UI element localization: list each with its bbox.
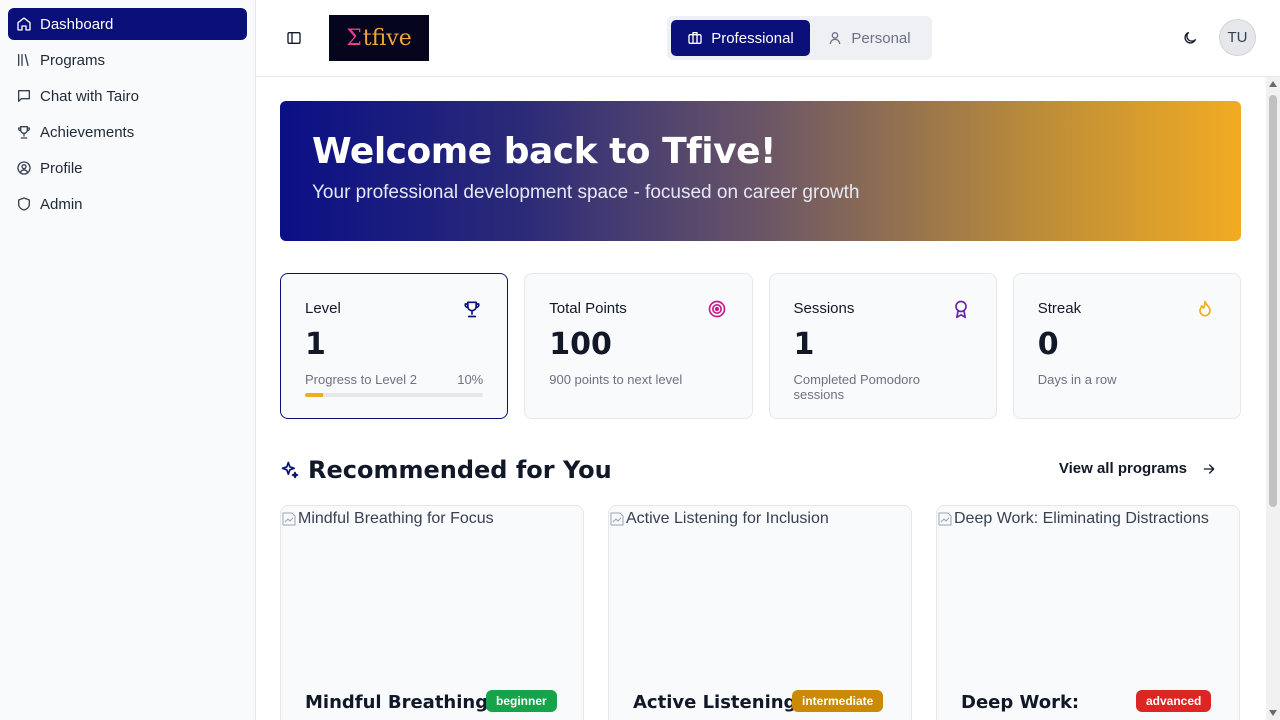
progress-percent: 10% [457,372,484,387]
logo-mark: Σ [346,25,362,51]
chat-icon [16,88,32,104]
welcome-subtitle: Your professional development space - fo… [312,182,860,203]
stat-card-total-points: Total Points 100 900 points to next leve… [524,273,753,419]
top-header: Σ tfive Professional Personal TU [256,0,1280,77]
program-card-deep-work[interactable]: Deep Work: Eliminating Distractions Deep… [936,505,1240,720]
sidebar-item-programs[interactable]: Programs [8,44,247,76]
program-card-active-listening[interactable]: Active Listening for Inclusion Active Li… [608,505,912,720]
award-icon [950,298,972,320]
program-image: Active Listening for Inclusion [609,510,829,528]
flame-icon [1194,298,1216,320]
program-title: Deep Work: [961,692,1080,713]
broken-image-icon [609,511,625,527]
stat-subtext: Completed Pomodoro sessions [793,372,920,402]
program-image-alt: Active Listening for Inclusion [626,510,829,527]
user-icon [827,30,843,46]
stat-value: 0 [1037,327,1059,362]
target-icon [706,298,728,320]
sidebar-item-dashboard[interactable]: Dashboard [8,8,247,40]
professional-mode-button[interactable]: Professional [671,20,810,56]
stat-label: Level [305,300,341,317]
stat-label: Total Points [549,300,627,317]
level-badge: beginner [486,690,557,712]
stat-subtext: 900 points to next level [549,372,683,387]
welcome-title: Welcome back to Tfive! [312,131,776,172]
scroll-down-arrow[interactable] [1269,710,1277,716]
moon-icon [1184,31,1196,44]
logo[interactable]: Σ tfive [329,15,429,61]
program-title: Mindful Breathing [305,692,489,713]
level-badge: advanced [1136,690,1212,712]
sidebar-item-label: Profile [40,159,83,177]
level-progress-bar [305,393,484,397]
recommended-header: Recommended for You View all programs [280,453,1241,487]
stat-card-sessions: Sessions 1 Completed Pomodoro sessions [768,273,997,419]
sidebar-item-achievements[interactable]: Achievements [8,116,247,148]
stat-value: 1 [793,327,815,362]
sidebar-item-label: Chat with Tairo [40,87,139,105]
recommended-title: Recommended for You [308,456,612,484]
stat-subtext: Days in a row [1037,372,1117,387]
trophy-icon [461,298,483,320]
user-circle-icon [16,160,32,176]
home-icon [16,16,32,32]
arrow-right-icon [1201,461,1217,477]
sidebar-item-chat[interactable]: Chat with Tairo [8,80,247,112]
briefcase-icon [687,30,703,46]
level-progress-fill [305,393,323,397]
program-image-alt: Deep Work: Eliminating Distractions [954,510,1209,527]
level-progress-row: Progress to Level 2 10% [305,372,483,387]
sidebar: Dashboard Programs Chat with Tairo Achie… [0,0,256,720]
stat-value: 1 [305,327,326,362]
level-badge: intermediate [792,690,884,712]
view-all-label: View all programs [1058,460,1187,477]
broken-image-icon [281,511,297,527]
stat-card-level: Level 1 Progress to Level 2 10% [280,273,509,419]
trophy-icon [16,124,32,140]
program-cards: Mindful Breathing for Focus Mindful Brea… [280,505,1241,720]
sidebar-toggle-button[interactable] [282,26,306,50]
progress-label: Progress to Level 2 [305,372,418,387]
sidebar-item-label: Programs [40,51,106,69]
avatar[interactable]: TU [1219,19,1256,56]
program-image-alt: Mindful Breathing for Focus [298,510,494,527]
shield-icon [16,196,32,212]
welcome-banner: Welcome back to Tfive! Your professional… [280,101,1241,241]
main-content: Welcome back to Tfive! Your professional… [256,77,1266,720]
sidebar-item-label: Admin [40,195,83,213]
program-title: Active Listening [633,692,797,713]
mode-label: Personal [851,29,911,47]
library-icon [16,52,32,68]
view-all-programs-link[interactable]: View all programs [1059,460,1225,477]
personal-mode-button[interactable]: Personal [810,20,928,56]
broken-image-icon [937,511,953,527]
sidebar-item-profile[interactable]: Profile [8,152,247,184]
stat-value: 100 [549,327,612,362]
sidebar-item-label: Achievements [40,123,135,141]
program-image: Deep Work: Eliminating Distractions [937,510,1209,528]
panel-left-icon [287,32,301,44]
mode-label: Professional [711,29,794,47]
sparkles-icon [280,460,300,480]
stat-card-streak: Streak 0 Days in a row [1012,273,1241,419]
theme-toggle-button[interactable] [1178,26,1202,50]
program-card-mindful-breathing[interactable]: Mindful Breathing for Focus Mindful Brea… [280,505,584,720]
mode-switch: Professional Personal [667,16,932,60]
logo-text: tfive [362,25,412,51]
stat-label: Streak [1037,300,1082,317]
stat-label: Sessions [793,300,855,317]
vertical-scrollbar[interactable] [1266,77,1280,720]
scroll-up-arrow[interactable] [1269,81,1277,87]
program-image: Mindful Breathing for Focus [281,510,494,528]
scroll-thumb[interactable] [1269,95,1277,507]
stats-row: Level 1 Progress to Level 2 10% Total Po… [280,273,1241,419]
sidebar-item-label: Dashboard [40,15,114,33]
sidebar-item-admin[interactable]: Admin [8,188,247,220]
